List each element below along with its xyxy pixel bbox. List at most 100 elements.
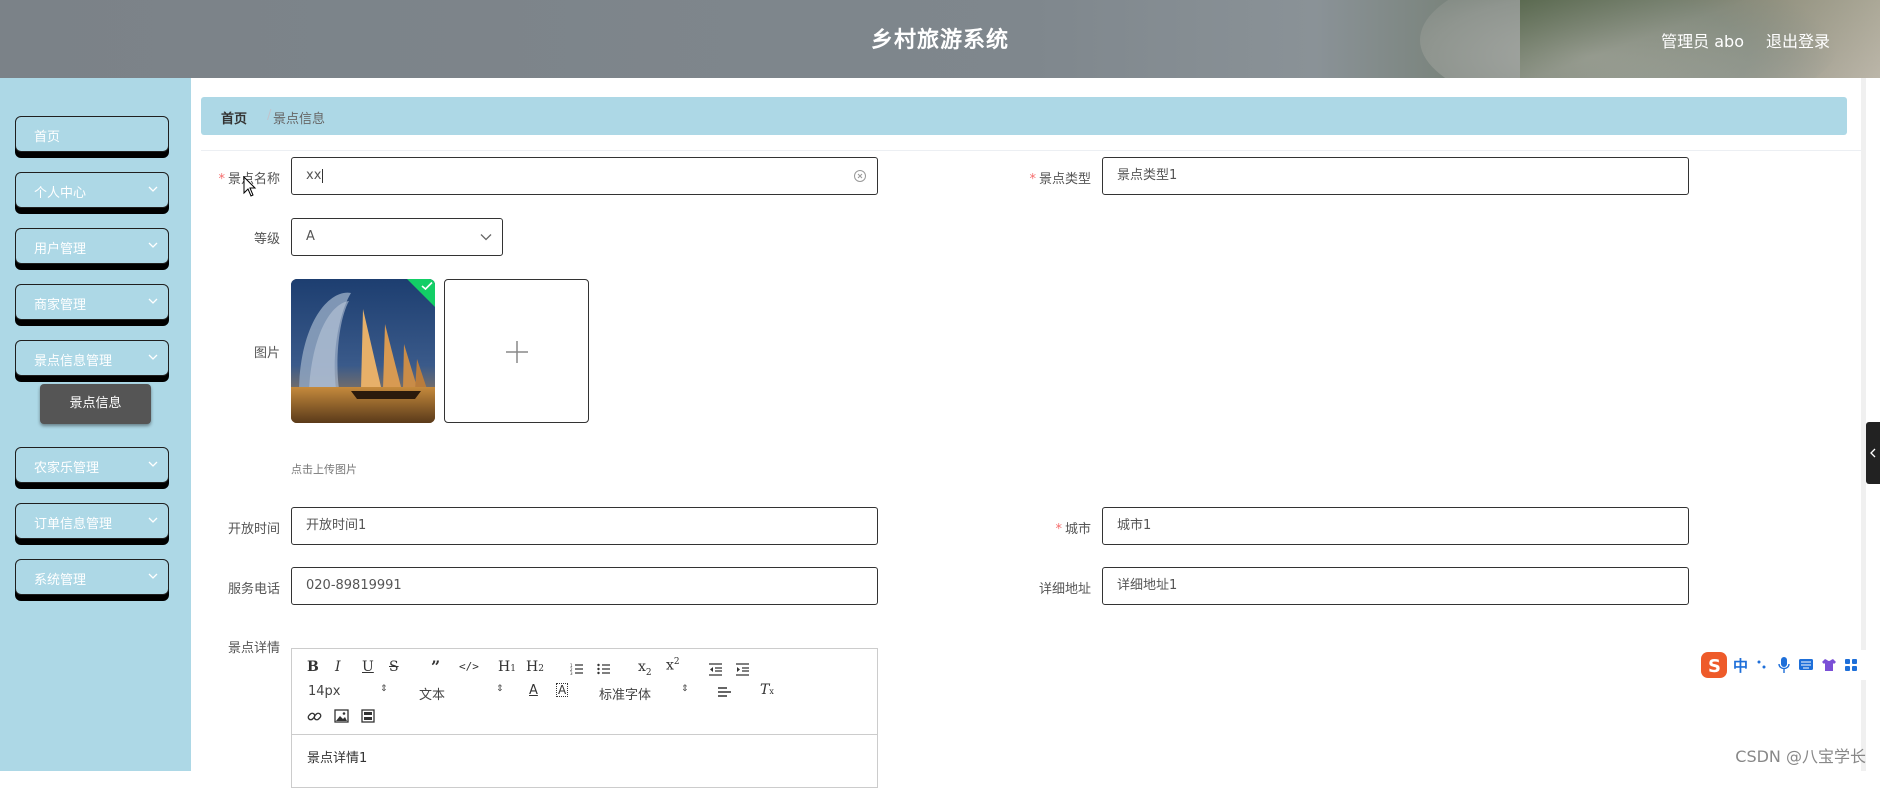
chevron-down-icon: [148, 461, 158, 467]
code-block-icon[interactable]: </>: [459, 660, 479, 673]
upload-tip: 点击上传图片: [291, 463, 357, 476]
superscript-icon[interactable]: x2: [666, 657, 680, 674]
address-input[interactable]: 详细地址1: [1102, 567, 1689, 605]
chevron-down-icon: [148, 298, 158, 304]
chevron-down-icon: [148, 242, 158, 248]
breadcrumb-home[interactable]: 首页: [221, 108, 247, 127]
sidebar-item-label: 订单信息管理: [34, 517, 113, 532]
sidebar-item-personal-center[interactable]: 个人中心: [15, 172, 169, 208]
text-cursor: [322, 168, 324, 183]
sidebar-item-merchant-management[interactable]: 商家管理: [15, 284, 169, 320]
attraction-name-input[interactable]: xx: [291, 157, 878, 195]
sidebar-item-farmstay-management[interactable]: 农家乐管理: [15, 447, 169, 483]
sidebar-item-label: 首页: [34, 130, 61, 145]
service-phone-input[interactable]: 020-89819991: [291, 567, 878, 605]
logout-link[interactable]: 退出登录: [1766, 28, 1830, 52]
sidebar-item-system-management[interactable]: 系统管理: [15, 559, 169, 595]
mouse-pointer-icon: [243, 176, 257, 197]
clear-format-icon[interactable]: Tx: [760, 682, 774, 698]
chevron-down-icon: [148, 354, 158, 360]
sidebar-item-label: 农家乐管理: [34, 461, 100, 476]
indent-icon[interactable]: [735, 662, 750, 676]
background-color-icon[interactable]: A: [556, 683, 569, 697]
sidebar-item-label: 商家管理: [34, 298, 87, 313]
strikethrough-icon[interactable]: S: [389, 659, 399, 675]
top-header: 乡村旅游系统 管理员 abo 退出登录: [0, 0, 1880, 78]
sidebar-item-order-management[interactable]: 订单信息管理: [15, 503, 169, 539]
align-left-icon[interactable]: [717, 686, 732, 699]
sidebar-item-label: 系统管理: [34, 573, 87, 588]
image-upload-button[interactable]: [444, 279, 589, 423]
font-color-icon[interactable]: A: [529, 683, 538, 698]
attraction-name-value: xx: [306, 168, 322, 183]
app-title: 乡村旅游系统: [870, 28, 1009, 53]
sogou-logo-icon: S: [1701, 652, 1727, 678]
font-family-select[interactable]: 标准字体 ⇕: [599, 684, 689, 703]
skin-icon[interactable]: [1821, 658, 1837, 672]
ime-language[interactable]: 中: [1733, 655, 1748, 676]
block-type-select[interactable]: 文本 ⇕: [419, 684, 504, 703]
city-input[interactable]: 城市1: [1102, 507, 1689, 545]
image-label: 图片: [253, 346, 280, 361]
rich-text-editor[interactable]: B I U S ” </> H1 H2 123 x2 x2 14px ⇕ 文本 ⇕ …: [291, 648, 878, 788]
chevron-down-icon: [480, 234, 492, 241]
svg-text:S: S: [1708, 656, 1721, 677]
clear-icon[interactable]: [853, 169, 867, 183]
punctuation-icon[interactable]: [1756, 658, 1770, 672]
breadcrumb-separator: /: [267, 108, 272, 123]
breadcrumb-current: 景点信息: [273, 112, 326, 127]
ime-toolbar[interactable]: S 中: [1700, 650, 1870, 680]
level-label: 等级: [253, 232, 280, 247]
breadcrumb: 首页 / 景点信息: [201, 97, 1847, 135]
microphone-icon[interactable]: [1778, 656, 1790, 674]
italic-icon[interactable]: I: [335, 659, 341, 675]
watermark: CSDN @八宝学长: [1735, 747, 1866, 766]
svg-text:3: 3: [570, 671, 573, 676]
level-selected-value: A: [306, 229, 315, 244]
sidebar-item-label: 用户管理: [34, 242, 87, 257]
detail-label: 景点详情: [227, 641, 280, 656]
check-icon: [421, 281, 433, 291]
city-label: * 城市: [1055, 522, 1091, 537]
font-size-select[interactable]: 14px ⇕: [308, 684, 388, 699]
attraction-type-label: * 景点类型: [1029, 172, 1091, 187]
editor-content[interactable]: 景点详情1: [307, 747, 367, 766]
sidebar-item-user-management[interactable]: 用户管理: [15, 228, 169, 264]
chevron-down-icon: [148, 517, 158, 523]
toolbox-icon[interactable]: [1844, 658, 1858, 672]
image-icon[interactable]: [334, 709, 349, 723]
side-collapse-tab[interactable]: [1866, 422, 1880, 484]
chevron-down-icon: [148, 573, 158, 579]
blockquote-icon[interactable]: ”: [431, 657, 440, 676]
sidebar-item-attraction-management[interactable]: 景点信息管理: [15, 340, 169, 376]
current-user: 管理员 abo: [1661, 32, 1744, 51]
sidebar-item-label: 景点信息管理: [34, 354, 113, 369]
video-icon[interactable]: [361, 709, 375, 723]
bold-icon[interactable]: B: [307, 659, 319, 675]
select-arrows-icon: ⇕: [380, 684, 388, 694]
select-arrows-icon: ⇕: [496, 684, 504, 694]
keyboard-icon[interactable]: [1798, 658, 1814, 671]
font-family-value: 标准字体: [599, 688, 652, 703]
heading2-icon[interactable]: H2: [526, 659, 544, 675]
ordered-list-icon[interactable]: 123: [570, 662, 584, 676]
link-icon[interactable]: [307, 709, 322, 724]
open-time-input[interactable]: 开放时间1: [291, 507, 878, 545]
bullet-list-icon[interactable]: [597, 662, 611, 676]
address-label: 详细地址: [1038, 582, 1091, 597]
chevron-down-icon: [148, 186, 158, 192]
sidebar-subitem-attraction-info[interactable]: 景点信息: [40, 384, 151, 424]
plus-icon: [506, 341, 528, 363]
level-select[interactable]: A: [291, 218, 503, 256]
underline-icon[interactable]: U: [362, 659, 374, 675]
outdent-icon[interactable]: [708, 662, 723, 676]
divider: [201, 150, 1861, 151]
uploaded-image-thumbnail[interactable]: [291, 279, 435, 423]
sidebar-item-home[interactable]: 首页: [15, 116, 169, 152]
attraction-type-input[interactable]: 景点类型1: [1102, 157, 1689, 195]
select-arrows-icon: ⇕: [681, 684, 689, 694]
heading1-icon[interactable]: H1: [498, 659, 516, 675]
font-size-value: 14px: [308, 684, 341, 699]
subscript-icon[interactable]: x2: [638, 659, 652, 678]
editor-toolbar: B I U S ” </> H1 H2 123 x2 x2 14px ⇕ 文本 ⇕ …: [292, 649, 877, 735]
